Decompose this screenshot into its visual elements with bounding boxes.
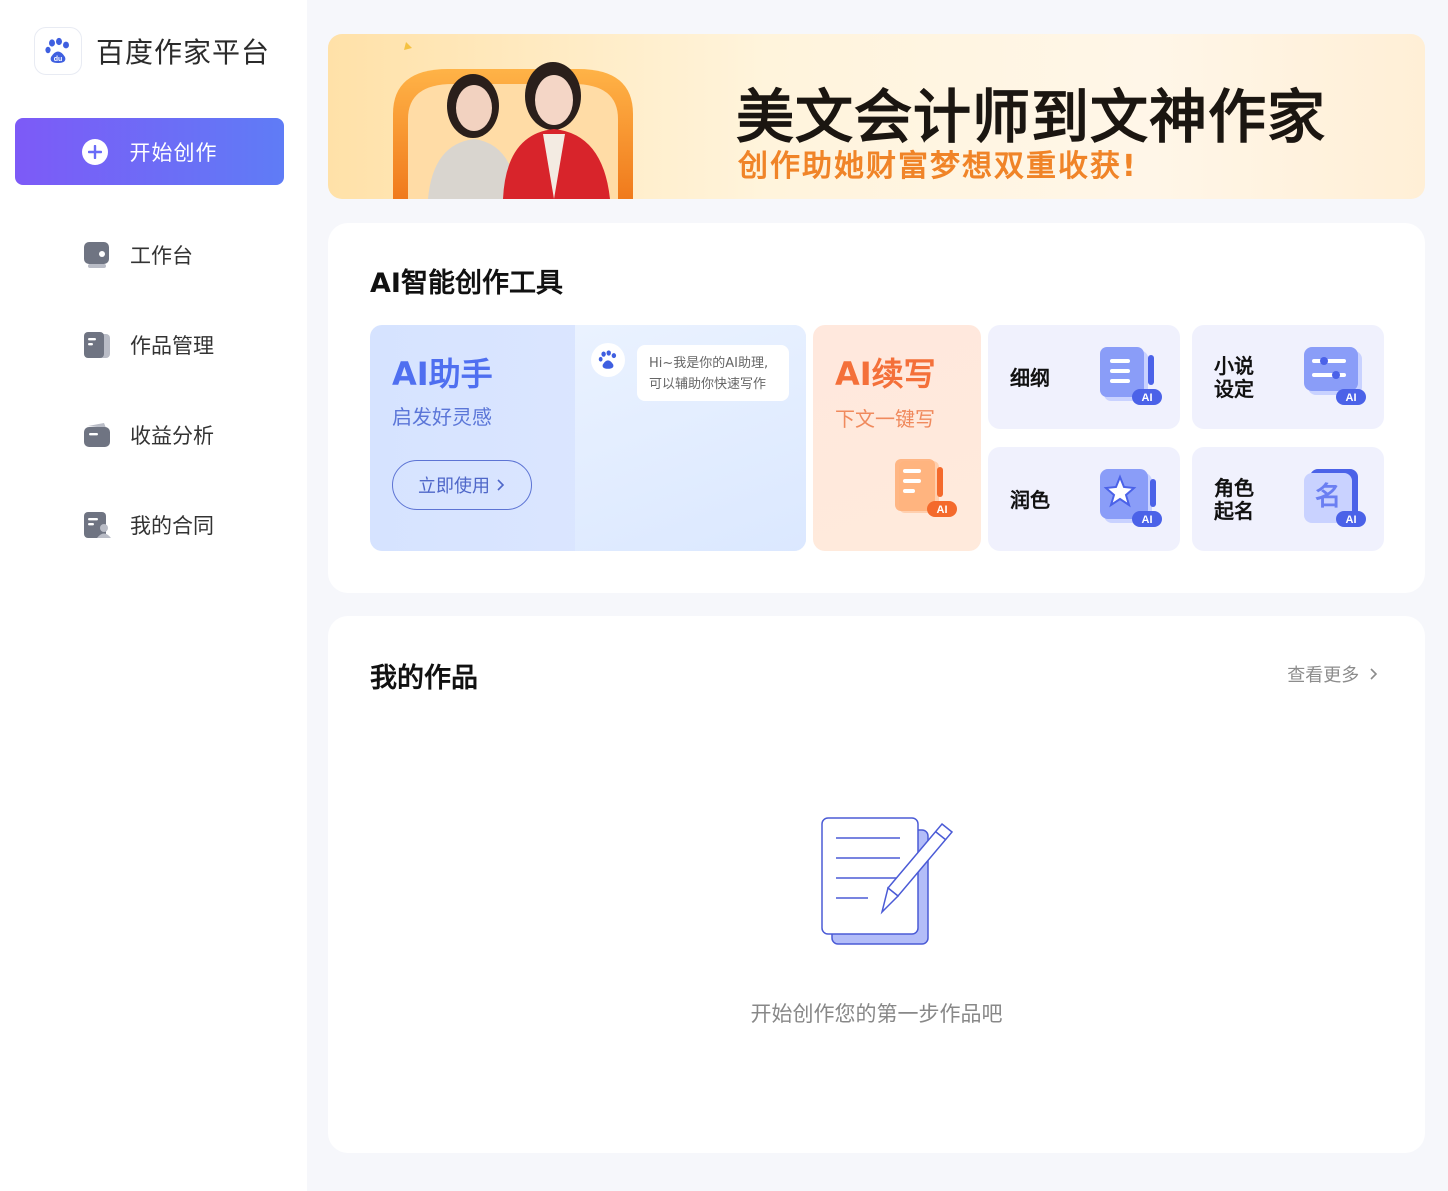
polish-label: 润色 <box>1010 488 1050 512</box>
svg-text:du: du <box>54 56 63 63</box>
novel-setting-tool-tile[interactable]: 小说 设定 AI <box>1192 325 1384 429</box>
ai-continue-subtitle: 下文一键写 <box>835 407 935 431</box>
banner-subtitle: 创作助她财富梦想双重收获! <box>738 149 1138 184</box>
ai-badge-text: AI <box>937 504 948 516</box>
banner-portrait-image <box>393 42 633 199</box>
empty-document-pen-icon <box>821 817 954 945</box>
outline-list-icon: AI <box>1100 347 1162 405</box>
assistant-greeting-bubble: Hi~我是你的AI助理, 可以辅助你快速写作 <box>637 345 789 401</box>
ai-badge-text: AI <box>1142 514 1153 526</box>
ai-tools-card: AI智能创作工具 AI助手 启发好灵感 立即使用 Hi~我是你的AI助理, 可以… <box>328 223 1425 593</box>
settings-sliders-icon: AI <box>1304 347 1366 405</box>
ai-badge-text: AI <box>1142 392 1153 404</box>
use-now-label: 立即使用 <box>418 476 490 496</box>
start-creating-label: 开始创作 <box>129 141 218 165</box>
polish-tool-tile[interactable]: 润色 AI <box>988 447 1180 551</box>
novel-setting-label-line2: 设定 <box>1214 377 1254 401</box>
ai-badge-text: AI <box>1346 392 1357 404</box>
sidebar-item-works[interactable]: 作品管理 <box>82 330 214 360</box>
character-naming-tool-tile[interactable]: 角色 起名 名 AI <box>1192 447 1384 551</box>
works-icon <box>84 332 110 358</box>
view-more-link[interactable]: 查看更多 <box>1287 661 1379 687</box>
ai-tools-title: AI智能创作工具 <box>370 268 563 299</box>
ai-continue-tile[interactable]: AI续写 下文一键写 AI <box>813 325 981 551</box>
my-works-title: 我的作品 <box>370 663 478 694</box>
sidebar-item-label: 我的合同 <box>130 514 214 538</box>
sidebar-item-label: 工作台 <box>130 244 193 268</box>
novel-setting-label-line1: 小说 <box>1214 354 1254 378</box>
view-more-label: 查看更多 <box>1287 665 1360 686</box>
sidebar-item-earnings[interactable]: 收益分析 <box>82 420 214 450</box>
wallet-icon <box>84 423 110 447</box>
polish-star-icon: AI <box>1100 469 1162 527</box>
assistant-chat-preview: Hi~我是你的AI助理, 可以辅助你快速写作 <box>575 325 806 551</box>
sidebar-item-contract[interactable]: 我的合同 <box>82 510 214 540</box>
brand[interactable]: du 百度作家平台 <box>34 27 270 75</box>
outline-label: 细纲 <box>1010 366 1050 390</box>
svg-text:名: 名 <box>1315 481 1341 512</box>
empty-state-text: 开始创作您的第一步作品吧 <box>750 1002 1003 1026</box>
ai-assistant-tile[interactable]: AI助手 启发好灵感 立即使用 Hi~我是你的AI助理, 可以辅助你快速写作 <box>370 325 806 551</box>
brand-name: 百度作家平台 <box>96 36 271 69</box>
character-naming-label-line2: 起名 <box>1214 499 1254 523</box>
chevron-right-icon <box>497 479 505 491</box>
character-naming-label-line1: 角色 <box>1214 476 1254 500</box>
baidu-paw-logo-icon: du <box>34 27 82 75</box>
name-tag-icon: 名 AI <box>1304 469 1366 527</box>
outline-tool-tile[interactable]: 细纲 AI <box>988 325 1180 429</box>
use-now-button[interactable]: 立即使用 <box>392 460 532 510</box>
promo-banner[interactable]: 美文会计师到文神作家 创作助她财富梦想双重收获! <box>328 34 1425 199</box>
plus-icon <box>81 138 108 165</box>
chevron-right-icon <box>1370 668 1378 680</box>
my-works-card: 我的作品 查看更多 开始创作您的第一步作品吧 <box>328 616 1425 1153</box>
baidu-paw-avatar-icon <box>591 343 625 377</box>
ai-continue-document-icon: AI <box>895 459 957 517</box>
ai-assistant-title: AI助手 <box>392 355 493 393</box>
contract-icon <box>84 512 111 538</box>
ai-continue-title: AI续写 <box>835 355 936 393</box>
sidebar-item-label: 作品管理 <box>130 334 214 358</box>
ai-badge-text: AI <box>1346 514 1357 526</box>
sidebar-item-label: 收益分析 <box>130 424 214 448</box>
sidebar: du 百度作家平台 开始创作 工作台 作品管理 收益分析 我的合同 <box>0 0 307 1191</box>
dashboard-icon <box>84 242 109 268</box>
ai-assistant-subtitle: 启发好灵感 <box>392 405 492 429</box>
bubble-line: 可以辅助你快速写作 <box>649 377 767 392</box>
sidebar-item-workbench[interactable]: 工作台 <box>82 240 193 270</box>
start-creating-button[interactable]: 开始创作 <box>15 118 284 185</box>
bubble-line: Hi~我是你的AI助理, <box>649 356 769 371</box>
